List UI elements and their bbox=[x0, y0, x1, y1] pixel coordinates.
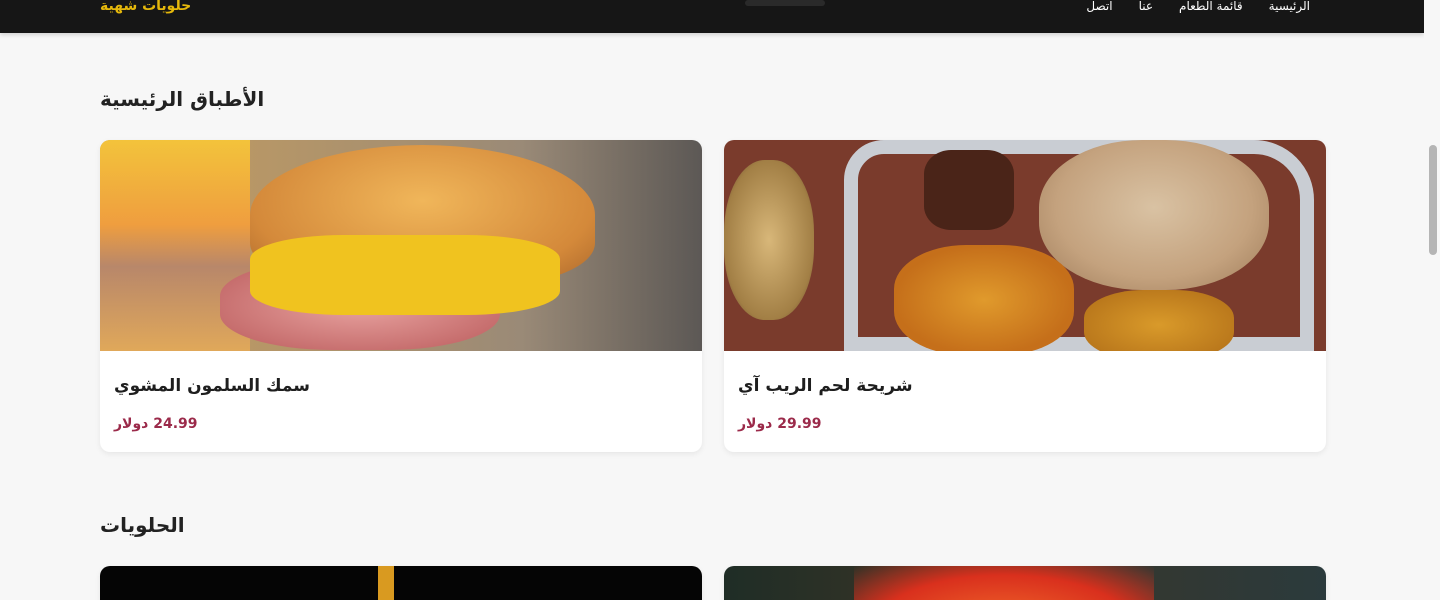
nav-center-element bbox=[745, 0, 825, 6]
dish-image bbox=[724, 140, 1326, 351]
section-title-main-dishes: الأطباق الرئيسية bbox=[100, 87, 265, 111]
menu-item-card[interactable]: سمك السلمون المشوي 24.99 دولار bbox=[100, 140, 702, 452]
nav-link-contact[interactable]: اتصل bbox=[1086, 0, 1112, 12]
dish-name: شريحة لحم الريب آي bbox=[738, 376, 913, 396]
scrollbar-thumb[interactable] bbox=[1429, 145, 1437, 255]
menu-item-card[interactable] bbox=[100, 566, 702, 600]
main-nav: الرئيسية قائمة الطعام عنا اتصل bbox=[1086, 0, 1310, 12]
section-title-desserts: الحلويات bbox=[100, 513, 185, 537]
dish-image bbox=[100, 140, 702, 351]
dish-price: 24.99 دولار bbox=[114, 416, 198, 432]
menu-item-card[interactable]: شريحة لحم الريب آي 29.99 دولار bbox=[724, 140, 1326, 452]
brand-logo[interactable]: حلويات شهية bbox=[100, 0, 191, 13]
dish-price: 29.99 دولار bbox=[738, 416, 822, 432]
nav-link-home[interactable]: الرئيسية bbox=[1269, 0, 1310, 12]
dish-image bbox=[724, 566, 1326, 600]
dish-name: سمك السلمون المشوي bbox=[114, 376, 310, 396]
page-scrollbar[interactable] bbox=[1424, 0, 1440, 600]
nav-link-menu[interactable]: قائمة الطعام bbox=[1179, 0, 1243, 12]
menu-item-card[interactable] bbox=[724, 566, 1326, 600]
nav-link-about[interactable]: عنا bbox=[1139, 0, 1153, 12]
dish-image bbox=[100, 566, 702, 600]
top-navbar: حلويات شهية الرئيسية قائمة الطعام عنا ات… bbox=[0, 0, 1424, 33]
